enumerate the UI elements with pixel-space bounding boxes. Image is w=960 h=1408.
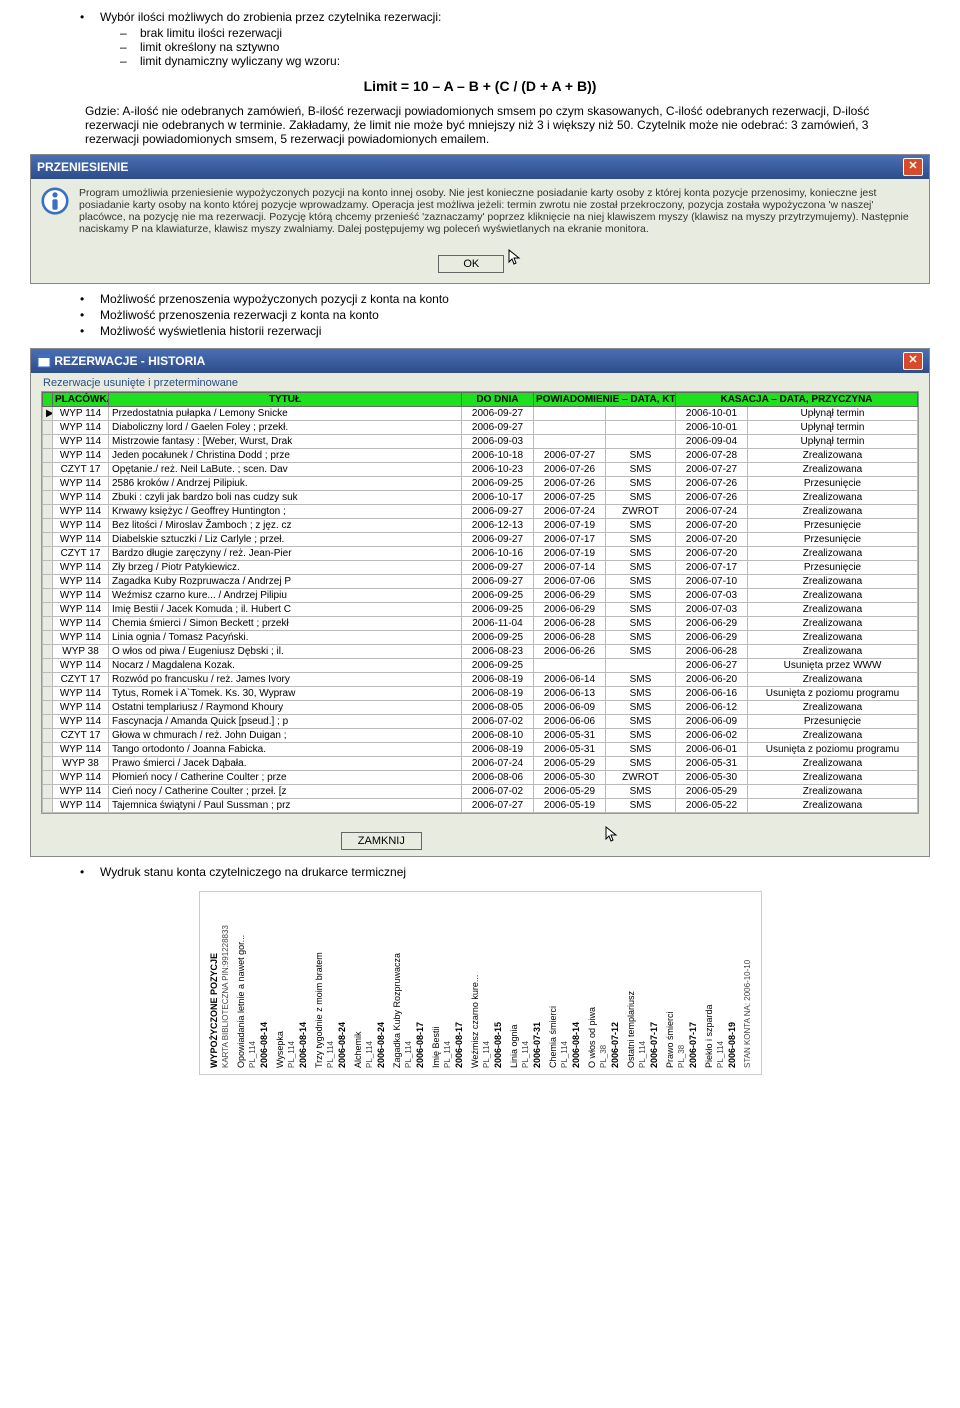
table-row[interactable]: CZYT 17Rozwód po francusku / reż. James … <box>43 673 918 687</box>
dialog-titlebar: REZERWACJE - HISTORIA ✕ <box>31 349 929 373</box>
table-row[interactable]: WYP 114Jeden pocałunek / Christina Dodd … <box>43 449 918 463</box>
receipt-item: Weźmisz czarno kure...PL_1142006-08-15 <box>469 898 504 1068</box>
col-deletion[interactable]: KASACJA – DATA, PRZYCZYNA <box>675 393 917 407</box>
sub-bullet: limit dynamiczny wyliczany wg wzoru: <box>120 54 930 68</box>
close-icon[interactable]: ✕ <box>903 158 923 176</box>
table-row[interactable]: CZYT 17Opętanie./ reż. Neil LaBute. ; sc… <box>43 463 918 477</box>
table-row[interactable]: ▶WYP 114Przedostatnia pułapka / Lemony S… <box>43 407 918 421</box>
table-row[interactable]: WYP 114Krwawy księżyc / Geoffrey Hunting… <box>43 505 918 519</box>
data-grid[interactable]: PLACÓWKA TYTUŁ DO DNIA POWIADOMIENIE – D… <box>41 391 919 814</box>
formula-text: Limit = 10 – A – B + (C / (D + A + B)) <box>30 78 930 94</box>
bullet-list: Wybór ilości możliwych do zrobienia prze… <box>80 10 930 68</box>
info-icon <box>41 187 69 215</box>
table-row[interactable]: WYP 114Linia ognia / Tomasz Pacyński.200… <box>43 631 918 645</box>
table-row[interactable]: WYP 114Tajemnica świątyni / Paul Sussman… <box>43 799 918 813</box>
table-row[interactable]: WYP 114Ostatni templariusz / Raymond Kho… <box>43 701 918 715</box>
receipt-item: WysepkaPL_1142006-08-14 <box>274 898 309 1068</box>
table-row[interactable]: WYP 114Cień nocy / Catherine Coulter ; p… <box>43 785 918 799</box>
col-title[interactable]: TYTUŁ <box>109 393 462 407</box>
description-paragraph: Gdzie: A-ilość nie odebranych zamówień, … <box>85 104 910 146</box>
table-row[interactable]: WYP 114Imię Bestii / Jacek Komuda ; il. … <box>43 603 918 617</box>
table-row[interactable]: WYP 114Mistrzowie fantasy : [Weber, Wurs… <box>43 435 918 449</box>
table-row[interactable]: WYP 114Tango ortodonto / Joanna Fabicka.… <box>43 743 918 757</box>
header-row: PLACÓWKA TYTUŁ DO DNIA POWIADOMIENIE – D… <box>43 393 918 407</box>
table-row[interactable]: WYP 114Bez litości / Miroslav Žamboch ; … <box>43 519 918 533</box>
receipt-item: Prawo śmierciPL_382006-07-17 <box>664 898 699 1068</box>
table-row[interactable]: CZYT 17Bardzo długie zaręczyny / reż. Je… <box>43 547 918 561</box>
table-row[interactable]: WYP 114Diaboliczny lord / Gaelen Foley ;… <box>43 421 918 435</box>
receipt-item: Zagadka Kuby RozpruwaczaPL_1142006-08-17 <box>391 898 426 1068</box>
table-row[interactable]: CZYT 17Głowa w chmurach / reż. John Duig… <box>43 729 918 743</box>
table-row[interactable]: WYP 114Płomień nocy / Catherine Coulter … <box>43 771 918 785</box>
receipt-item: Ostatni templariuszPL_1142006-07-17 <box>625 898 660 1068</box>
receipt-image: WYPOŻYCZONE POZYCJEKARTA BIBLIOTECZNA PI… <box>30 891 930 1075</box>
table-row[interactable]: WYP 114Zbuki : czyli jak bardzo boli nas… <box>43 491 918 505</box>
bullet-list: Możliwość przenoszenia wypożyczonych poz… <box>80 292 930 338</box>
table-row[interactable]: WYP 114Tytus, Romek i A`Tomek. Ks. 30, W… <box>43 687 918 701</box>
receipt-item: O włos od piwaPL_382006-07-12 <box>586 898 621 1068</box>
col-branch[interactable]: PLACÓWKA <box>53 393 109 407</box>
bullet-item: Wydruk stanu konta czytelniczego na druk… <box>80 865 930 879</box>
cursor-icon <box>508 249 522 270</box>
col-until[interactable]: DO DNIA <box>461 393 533 407</box>
table-row[interactable]: WYP 1142586 kroków / Andrzej Pilipiuk.20… <box>43 477 918 491</box>
dialog-titlebar: PRZENIESIENIE ✕ <box>31 155 929 179</box>
receipt-item: Piekło i szpardaPL_1142006-08-19 <box>703 898 738 1068</box>
receipt-item: Imię BestiiPL_1142006-08-17 <box>430 898 465 1068</box>
window-icon <box>37 354 51 368</box>
table-row[interactable]: WYP 114Chemia śmierci / Simon Beckett ; … <box>43 617 918 631</box>
document-page: Wybór ilości możliwych do zrobienia prze… <box>0 0 960 1097</box>
sub-bullet: brak limitu ilości rezerwacji <box>120 26 930 40</box>
col-notification[interactable]: POWIADOMIENIE – DATA, KTO <box>533 393 675 407</box>
ok-button[interactable]: OK <box>438 255 504 273</box>
dialog-title: PRZENIESIENIE <box>37 160 128 174</box>
receipt-footer: STAN KONTA NA: 2006-10-10 <box>742 898 753 1068</box>
receipt-item: Linia ogniaPL_1142006-07-31 <box>508 898 543 1068</box>
bullet-item: Możliwość wyświetlenia historii rezerwac… <box>80 324 930 338</box>
table-row[interactable]: WYP 114Diabelskie sztuczki / Liz Carlyle… <box>43 533 918 547</box>
sub-bullet: limit określony na sztywno <box>120 40 930 54</box>
history-dialog: REZERWACJE - HISTORIA ✕ Rezerwacje usuni… <box>30 348 930 857</box>
receipt-item: Opowiadania letnie a nawet gor...PL_1142… <box>235 898 270 1068</box>
table-row[interactable]: WYP 114Fascynacja / Amanda Quick [pseud.… <box>43 715 918 729</box>
table-row[interactable]: WYP 38O włos od piwa / Eugeniusz Dębski … <box>43 645 918 659</box>
bullet-item: Wybór ilości możliwych do zrobienia prze… <box>80 10 930 68</box>
table-row[interactable]: WYP 114Zły brzeg / Piotr Patykiewicz.200… <box>43 561 918 575</box>
bullet-item: Możliwość przenoszenia wypożyczonych poz… <box>80 292 930 306</box>
table-row[interactable]: WYP 114Weźmisz czarno kure... / Andrzej … <box>43 589 918 603</box>
receipt-item: AlchemikPL_1142006-08-24 <box>352 898 387 1068</box>
receipt-header: WYPOŻYCZONE POZYCJEKARTA BIBLIOTECZNA PI… <box>208 898 231 1068</box>
table-row[interactable]: WYP 114Zagadka Kuby Rozpruwacza / Andrze… <box>43 575 918 589</box>
transfer-dialog: PRZENIESIENIE ✕ Program umożliwia przeni… <box>30 154 930 284</box>
receipt-item: Chemia śmierciPL_1142006-08-14 <box>547 898 582 1068</box>
table-row[interactable]: WYP 114Nocarz / Magdalena Kozak.2006-09-… <box>43 659 918 673</box>
group-label: Rezerwacje usunięte i przeterminowane <box>43 377 929 389</box>
bullet-list: Wydruk stanu konta czytelniczego na druk… <box>80 865 930 879</box>
bullet-item: Możliwość przenoszenia rezerwacji z kont… <box>80 308 930 322</box>
cursor-icon <box>605 826 619 847</box>
close-icon[interactable]: ✕ <box>903 352 923 370</box>
dialog-message: Program umożliwia przeniesienie wypożycz… <box>79 187 919 235</box>
close-button[interactable]: ZAMKNIJ <box>341 832 422 850</box>
table-row[interactable]: WYP 38Prawo śmierci / Jacek Dąbała.2006-… <box>43 757 918 771</box>
receipt-item: Trzy tygodnie z moim bratemPL_1142006-08… <box>313 898 348 1068</box>
dialog-title: REZERWACJE - HISTORIA <box>54 354 205 368</box>
